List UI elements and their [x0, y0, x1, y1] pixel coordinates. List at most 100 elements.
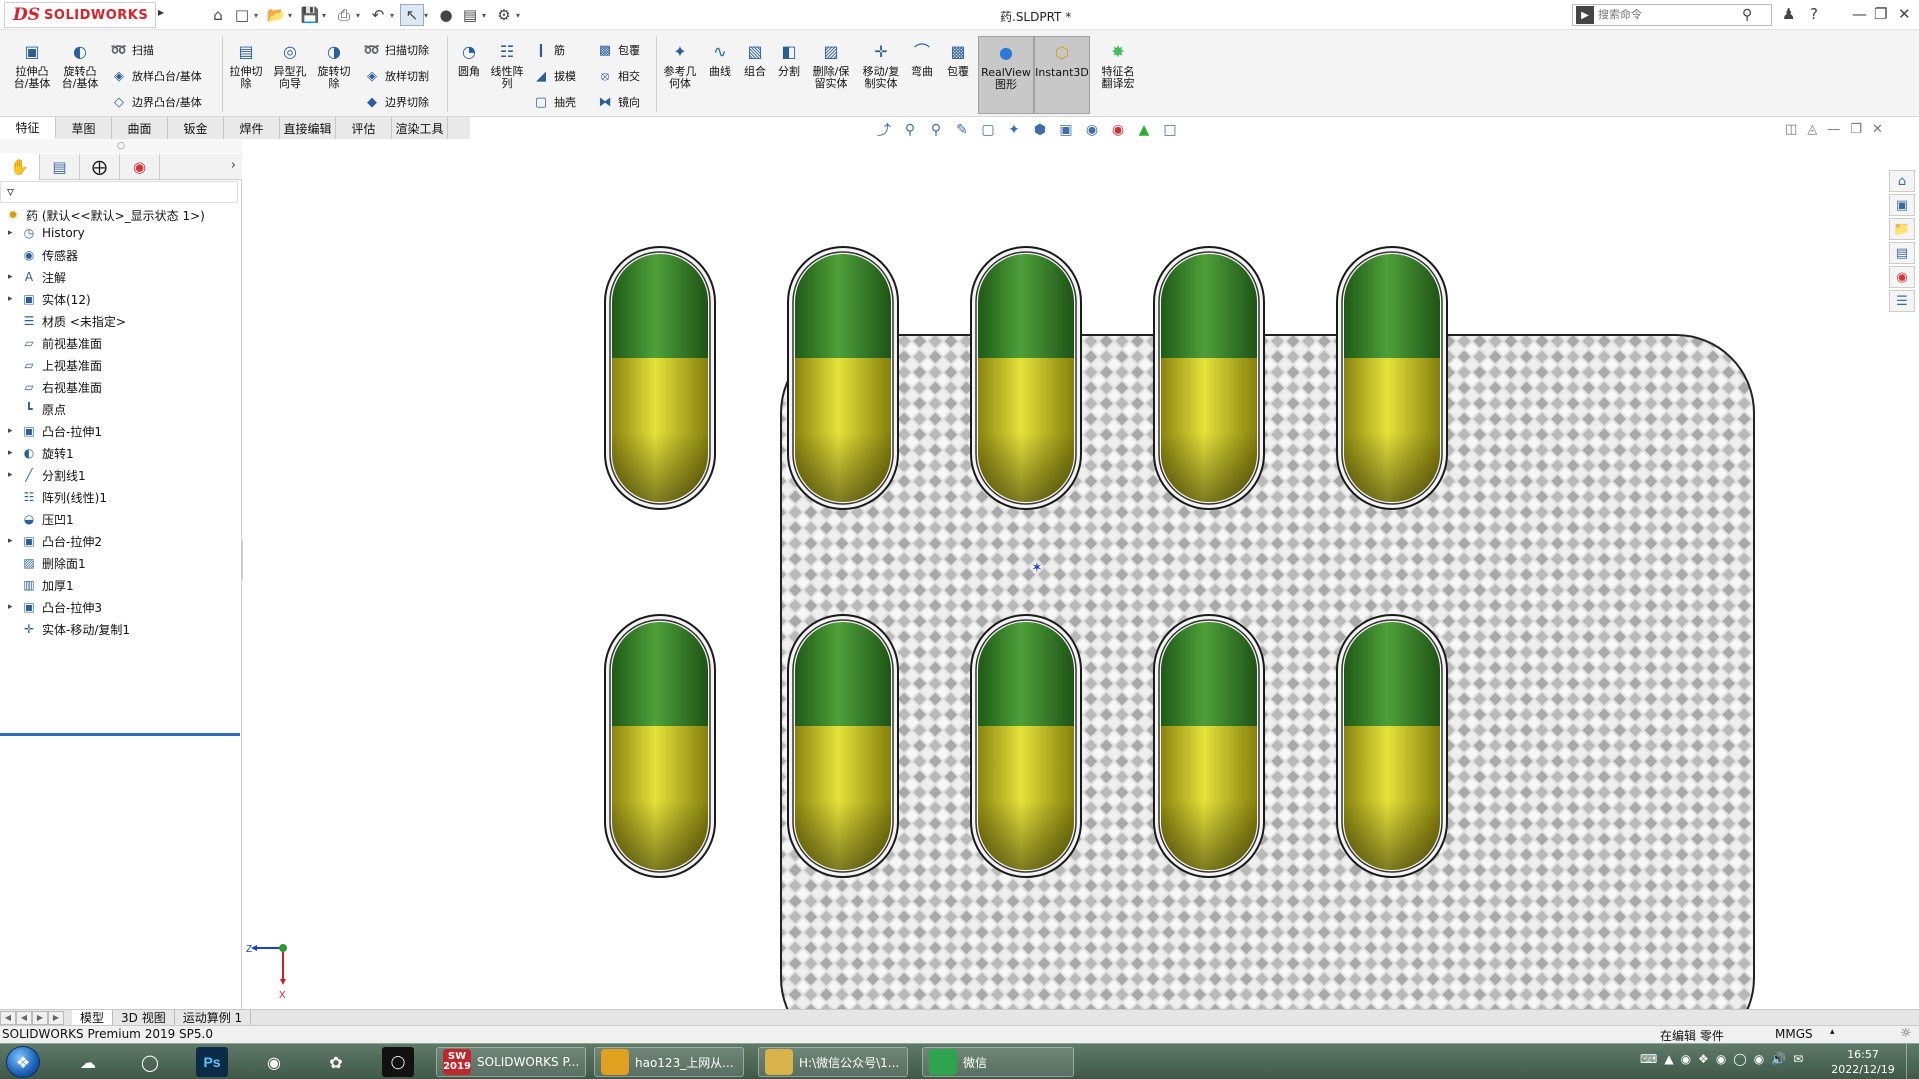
doc-minimize-icon[interactable]: — — [1827, 122, 1840, 137]
expand-arrow-icon[interactable]: ▸ — [8, 294, 20, 304]
start-button[interactable]: ❖ — [6, 1046, 40, 1078]
tree-node[interactable]: ▸ A 注解 — [8, 267, 66, 287]
display-style-icon[interactable]: ▣ — [1055, 120, 1077, 140]
print-icon[interactable]: ⎙ — [332, 4, 356, 26]
new-document-icon[interactable]: □ — [230, 4, 254, 26]
windows-tray-icon[interactable]: ❖ — [1698, 1052, 1709, 1066]
capsule-top-half[interactable] — [1344, 622, 1440, 726]
doc-tile-left-icon[interactable]: ◫ — [1785, 122, 1797, 137]
doc-restore-icon[interactable]: ❐ — [1850, 122, 1862, 137]
rollback-bar[interactable] — [0, 733, 240, 736]
action-center-icon[interactable]: ✉ — [1793, 1052, 1803, 1066]
curves-button[interactable]: ∿ 曲线 — [702, 36, 738, 114]
tree-node[interactable]: ▱ 上视基准面 — [8, 355, 102, 375]
restore-icon[interactable]: ❐ — [1874, 5, 1887, 23]
tree-node[interactable]: ◒ 压凹1 — [8, 509, 74, 529]
propertymanager-tab-icon[interactable]: ▤ — [40, 154, 80, 180]
capsule-top-half[interactable] — [795, 622, 891, 726]
ok-record-icon[interactable]: ◯ — [382, 1047, 414, 1077]
combine-button[interactable]: ▧ 组合 — [738, 36, 772, 114]
wrap-button[interactable]: ▩ 包覆 — [596, 40, 640, 60]
tree-node[interactable]: ▱ 右视基准面 — [8, 377, 102, 397]
capsule-top-half[interactable] — [1161, 622, 1257, 726]
keyboard-icon[interactable]: ⌨ — [1640, 1052, 1657, 1066]
options-gear-icon[interactable]: ⚙ — [492, 4, 516, 26]
first-tab-icon[interactable]: ◀ — [0, 1010, 16, 1025]
units-chevron-up-icon[interactable]: ▴ — [1830, 1027, 1835, 1037]
zoom-to-area-icon[interactable]: ⚲ — [925, 120, 947, 140]
bottom-tab-1[interactable]: 3D 视图 — [113, 1009, 175, 1026]
tree-node[interactable]: ☷ 阵列(线性)1 — [8, 487, 107, 507]
dynamic-annotation-icon[interactable]: ✦ — [1003, 120, 1025, 140]
blister-card[interactable] — [780, 334, 1755, 1009]
previous-view-icon[interactable]: ✎ — [951, 120, 973, 140]
chevron-down-icon[interactable]: ▾ — [356, 11, 366, 20]
tree-node[interactable]: ✛ 实体-移动/复制1 — [8, 619, 130, 639]
chevron-down-icon[interactable]: ▾ — [482, 11, 492, 20]
extrude-cut-button[interactable]: ▤ 拉伸切 除 — [224, 36, 268, 114]
tab-7[interactable]: 渲染工具 — [392, 117, 448, 139]
swept-cut-button[interactable]: ➿ 扫描切除 — [363, 40, 429, 60]
tree-node[interactable]: ◉ 传感器 — [8, 245, 78, 265]
tab-6[interactable]: 评估 — [336, 117, 392, 139]
capsule-top-half[interactable] — [612, 254, 708, 358]
expand-arrow-icon[interactable]: ▸ — [8, 536, 20, 546]
capsule-top-half[interactable] — [978, 254, 1074, 358]
apply-scene-icon[interactable]: ▲ — [1133, 120, 1155, 140]
prev-tab-icon[interactable]: ◀ — [16, 1010, 32, 1025]
tree-node[interactable]: ▸ ▣ 凸台-拉伸3 — [8, 597, 102, 617]
boundary-button[interactable]: ◇ 边界凸台/基体 — [110, 92, 202, 112]
linear-pattern-button[interactable]: ☷ 线性阵 列 — [488, 36, 526, 114]
file-properties-icon[interactable]: ▤ — [458, 4, 482, 26]
tab-4[interactable]: 焊件 — [224, 117, 280, 139]
draft-button[interactable]: ◢ 拔模 — [532, 66, 576, 86]
tree-node[interactable]: ▸ ▣ 实体(12) — [8, 289, 91, 309]
wechat-tray-icon[interactable]: ◉ — [1681, 1052, 1691, 1066]
open-icon[interactable]: 📂 — [264, 4, 288, 26]
appearances-icon[interactable]: ◉ — [1889, 266, 1915, 288]
volume-icon[interactable]: 🔊 — [1771, 1052, 1786, 1066]
tree-node[interactable]: ┗ 原点 — [8, 399, 66, 419]
next-tab-icon[interactable]: ▶ — [32, 1010, 48, 1025]
close-icon[interactable]: ✕ — [1898, 5, 1911, 23]
hole-wizard-button[interactable]: ◎ 异型孔 向导 — [268, 36, 312, 114]
boundary-cut-button[interactable]: ◆ 边界切除 — [363, 92, 429, 112]
power-tray-icon[interactable]: ◯ — [1733, 1052, 1746, 1066]
minimize-icon[interactable]: — — [1852, 5, 1867, 23]
loft-button[interactable]: ◈ 放样凸台/基体 — [110, 66, 202, 86]
filter-icon[interactable]: ▿ — [7, 184, 14, 200]
tab-1[interactable]: 草图 — [56, 117, 112, 139]
chevron-down-icon[interactable]: ▾ — [516, 11, 526, 20]
tree-root[interactable]: ✹ 药 (默认<<默认>_显示状态 1>) — [4, 205, 205, 225]
realview-button[interactable]: ● RealView 图形 — [978, 36, 1034, 114]
user-account-icon[interactable]: ♟ — [1782, 5, 1795, 23]
tree-node[interactable]: ▸ ▣ 凸台-拉伸1 — [8, 421, 102, 441]
undo-icon[interactable]: ↶ — [366, 4, 390, 26]
taskbar-window-2[interactable]: H:\微信公众号\1... — [758, 1047, 908, 1077]
chevron-down-icon[interactable]: ▾ — [288, 11, 298, 20]
split-button[interactable]: ◧ 分割 — [772, 36, 806, 114]
tab-2[interactable]: 曲面 — [112, 117, 168, 139]
taskbar-window-0[interactable]: SW 2019 SOLIDWORKS P... — [436, 1047, 586, 1077]
tree-node[interactable]: ▸ ▣ 凸台-拉伸2 — [8, 531, 102, 551]
capsule-top-half[interactable] — [612, 622, 708, 726]
macro-button[interactable]: ✸ 特征名 翻译宏 — [1090, 36, 1146, 114]
panel-collapse-handle[interactable]: ○ — [0, 139, 242, 153]
hide-show-items-icon[interactable]: ◉ — [1081, 120, 1103, 140]
sweep-button[interactable]: ➿ 扫描 — [110, 40, 154, 60]
view-settings-icon[interactable]: □ — [1159, 120, 1181, 140]
photoshop-icon[interactable]: Ps — [196, 1047, 228, 1077]
rebuild-icon[interactable]: ● — [434, 4, 458, 26]
move-copy-button[interactable]: ✛ 移动/复 制实体 — [856, 36, 906, 114]
expand-arrow-icon[interactable]: ▸ — [8, 448, 20, 458]
graphics-area[interactable]: ✶ Z X — [243, 139, 1887, 1009]
tree-node[interactable]: ▱ 前视基准面 — [8, 333, 102, 353]
wrap-button[interactable]: ▩ 包覆 — [938, 36, 978, 114]
extrude-boss-button[interactable]: ▣ 拉伸凸 台/基体 — [8, 36, 56, 114]
instant3d-button[interactable]: ⬡ Instant3D — [1034, 36, 1090, 114]
chevron-down-icon[interactable]: ▾ — [424, 11, 434, 20]
taskbar-window-3[interactable]: 微信 — [922, 1047, 1074, 1077]
chevron-down-icon[interactable]: ▾ — [390, 11, 400, 20]
quick-tips-icon[interactable]: ☼ — [1900, 1026, 1912, 1041]
expand-arrow-icon[interactable]: ▸ — [8, 228, 20, 238]
